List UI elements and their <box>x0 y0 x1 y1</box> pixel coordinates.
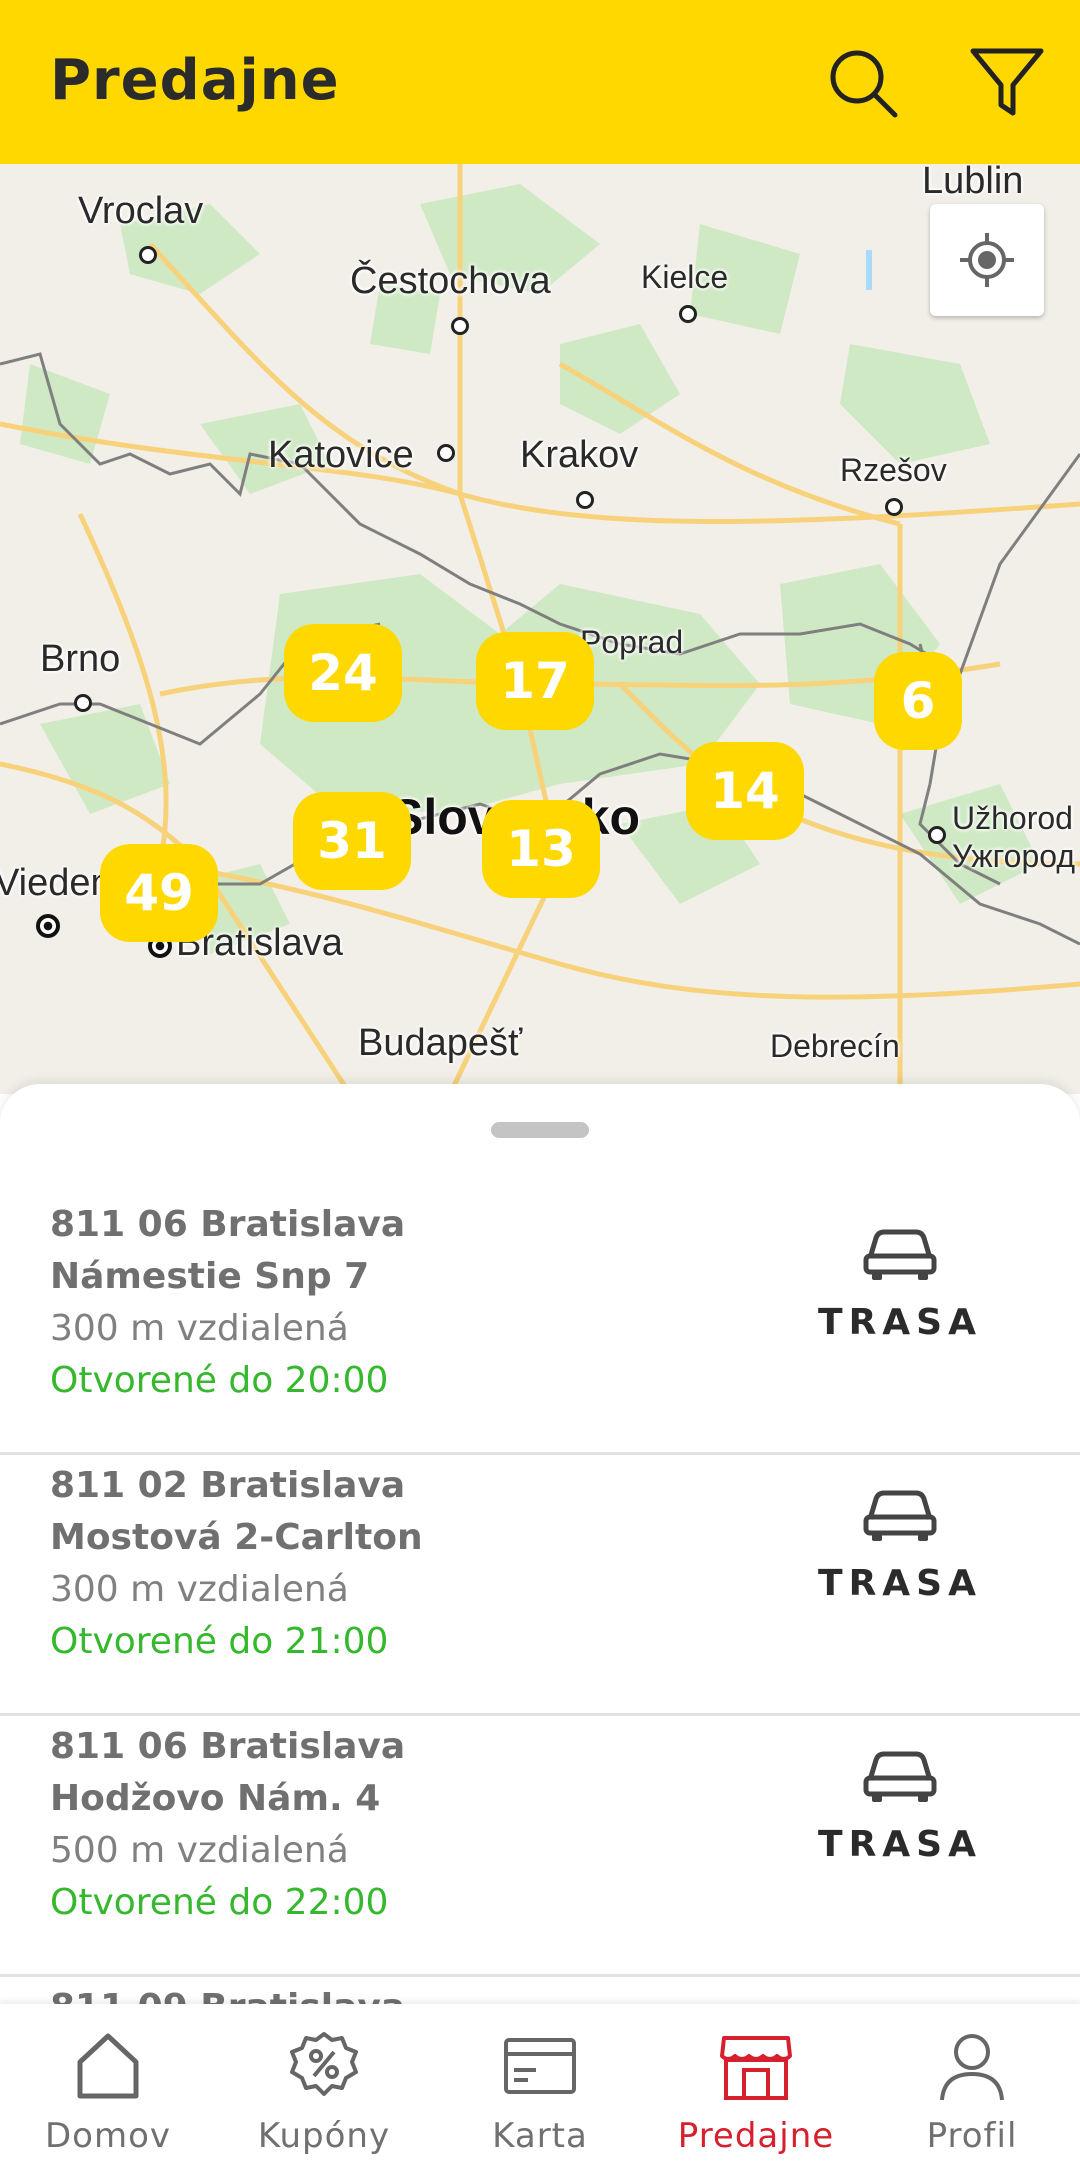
city-marker <box>928 826 946 844</box>
nav-label: Domov <box>44 2116 172 2156</box>
route-label: TRASA <box>818 1563 982 1604</box>
map-label-city: Vroclav <box>78 190 204 232</box>
nav-label: Profil <box>926 2116 1018 2156</box>
map-view[interactable]: Lublin Vroclav Čestochova Kielce Katovic… <box>0 164 1080 1094</box>
store-street: Mostová 2-Carlton <box>50 1517 423 1558</box>
store-distance: 500 m vzdialená <box>50 1830 349 1871</box>
store-cluster-marker[interactable]: 6 <box>874 652 962 750</box>
car-icon <box>863 1490 937 1541</box>
store-city: 811 02 Bratislava <box>50 1465 406 1506</box>
nav-item-karta[interactable]: Karta <box>432 2004 648 2178</box>
store-cluster-marker[interactable]: 13 <box>482 800 600 898</box>
map-label-city: Debrecín <box>770 1028 900 1064</box>
app-screen: Predajne Lublin Vroclav Čestochova Kielc… <box>0 0 1080 2178</box>
map-label-city: Vieden <box>0 862 112 904</box>
store-icon <box>720 2036 792 2100</box>
route-button[interactable]: TRASA <box>790 1224 1010 1374</box>
filter-icon <box>970 48 1044 116</box>
search-button[interactable] <box>818 38 908 128</box>
store-city: 811 09 Bratislava <box>50 1987 405 2004</box>
city-marker <box>451 317 469 335</box>
store-street: Hodžovo Nám. 4 <box>50 1778 381 1819</box>
city-marker <box>139 246 157 264</box>
store-city: 811 06 Bratislava <box>50 1726 406 1767</box>
coupon-icon <box>290 2032 358 2096</box>
car-icon <box>863 1229 937 1280</box>
store-distance: 300 m vzdialená <box>50 1308 349 1349</box>
store-list-item[interactable]: 811 06 Bratislava Hodžovo Nám. 4 500 m v… <box>0 1716 1080 1977</box>
route-label: TRASA <box>818 1302 982 1343</box>
store-opening-hours: Otvorené do 20:00 <box>50 1360 389 1401</box>
store-opening-hours: Otvorené do 21:00 <box>50 1621 389 1662</box>
store-distance: 300 m vzdialená <box>50 1569 349 1610</box>
nav-item-domov[interactable]: Domov <box>0 2004 216 2178</box>
city-marker <box>679 305 697 323</box>
store-city: 811 06 Bratislava <box>50 1204 406 1245</box>
map-label-city: Poprad <box>580 624 684 660</box>
store-cluster-marker[interactable]: 49 <box>100 844 218 942</box>
nav-item-kupony[interactable]: Kupóny <box>216 2004 432 2178</box>
store-opening-hours: Otvorené do 22:00 <box>50 1882 389 1923</box>
city-marker <box>437 444 455 462</box>
store-list: 811 06 Bratislava Námestie Snp 7 300 m v… <box>0 1194 1080 2004</box>
my-location-button[interactable] <box>930 204 1044 316</box>
store-cluster-marker[interactable]: 24 <box>284 624 402 722</box>
search-icon <box>830 50 898 118</box>
nav-label: Kupóny <box>257 2116 391 2156</box>
store-list-item[interactable]: 811 06 Bratislava Námestie Snp 7 300 m v… <box>0 1194 1080 1455</box>
app-header: Predajne <box>0 0 1080 164</box>
filter-button[interactable] <box>962 38 1052 128</box>
city-marker <box>885 498 903 516</box>
nav-label: Karta <box>492 2116 588 2156</box>
map-label-city: Brno <box>40 638 121 680</box>
route-button[interactable]: TRASA <box>790 1746 1010 1896</box>
store-cluster-marker[interactable]: 17 <box>476 632 594 730</box>
store-street: Námestie Snp 7 <box>50 1256 370 1297</box>
sheet-drag-handle[interactable] <box>491 1122 589 1138</box>
map-label-city: Ужгород <box>952 838 1075 874</box>
map-label-city: Krakov <box>520 434 639 476</box>
route-label: TRASA <box>818 1824 982 1865</box>
city-marker <box>74 694 92 712</box>
map-label-city: Užhorod <box>952 800 1073 836</box>
store-cluster-marker[interactable]: 31 <box>293 792 411 890</box>
nav-label: Predajne <box>677 2116 835 2156</box>
map-label-city: Čestochova <box>350 260 551 302</box>
profile-icon <box>940 2034 1004 2101</box>
nav-item-predajne[interactable]: Predajne <box>648 2004 864 2178</box>
home-icon <box>77 2033 139 2099</box>
bottom-navigation: Domov Kupóny Karta Predajne Profil <box>0 2004 1080 2178</box>
store-cluster-marker[interactable]: 14 <box>686 742 804 840</box>
store-list-item[interactable]: 811 09 Bratislava <box>0 1977 1080 2004</box>
map-label-city: Rzešov <box>840 452 947 488</box>
city-marker <box>576 491 594 509</box>
store-list-sheet[interactable]: 811 06 Bratislava Námestie Snp 7 300 m v… <box>0 1084 1080 2004</box>
route-button[interactable]: TRASA <box>790 1485 1010 1635</box>
nav-item-profil[interactable]: Profil <box>864 2004 1080 2178</box>
card-icon <box>504 2038 576 2094</box>
map-label-city: Lublin <box>922 164 1024 202</box>
car-icon <box>863 1751 937 1802</box>
my-location-icon <box>960 233 1014 287</box>
store-list-item[interactable]: 811 02 Bratislava Mostová 2-Carlton 300 … <box>0 1455 1080 1716</box>
map-label-city: Budapešť <box>358 1022 523 1064</box>
city-marker <box>36 914 60 938</box>
map-label-city: Katovice <box>268 434 414 476</box>
page-title: Predajne <box>50 48 340 113</box>
map-label-city: Kielce <box>641 259 729 295</box>
